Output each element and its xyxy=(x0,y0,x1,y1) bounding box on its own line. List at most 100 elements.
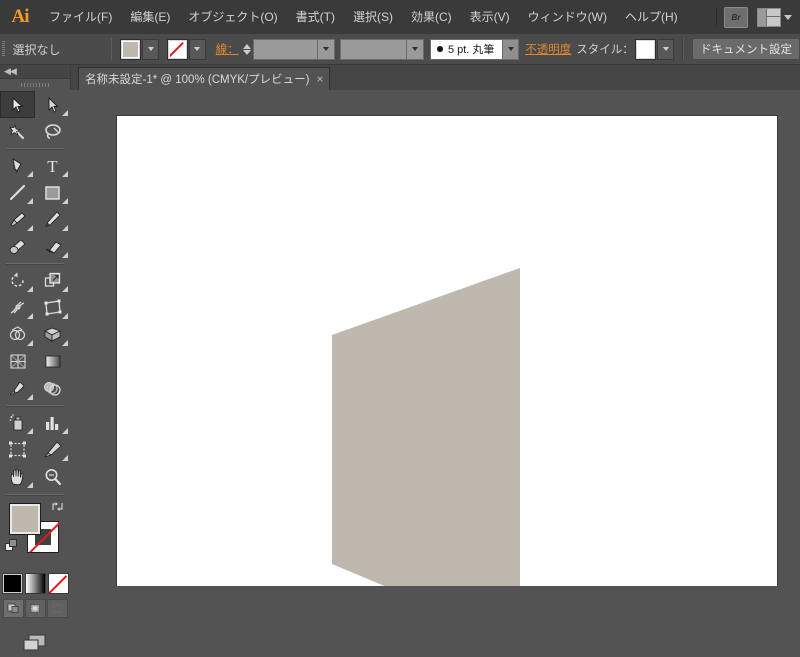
flyout-indicator-icon[interactable] xyxy=(27,394,33,400)
flyout-indicator-icon[interactable] xyxy=(62,198,68,204)
menu-type[interactable]: 書式(T) xyxy=(287,0,344,34)
hand-tool[interactable] xyxy=(0,463,35,490)
stroke-profile-combo[interactable] xyxy=(340,38,425,60)
quadrilateral-path[interactable] xyxy=(332,268,520,586)
pencil-tool[interactable] xyxy=(35,206,70,233)
flyout-indicator-icon[interactable] xyxy=(62,171,68,177)
stroke-swatch[interactable] xyxy=(166,38,188,60)
collapse-panel-icon[interactable]: ◀◀ xyxy=(4,67,17,76)
style-swatch-group[interactable] xyxy=(635,38,675,60)
flyout-indicator-icon[interactable] xyxy=(62,225,68,231)
eraser-tool[interactable] xyxy=(35,233,70,260)
flyout-indicator-icon[interactable] xyxy=(27,286,33,292)
flyout-indicator-icon[interactable] xyxy=(62,286,68,292)
control-divider-1 xyxy=(110,38,113,60)
menu-window[interactable]: ウィンドウ(W) xyxy=(519,0,616,34)
scale-tool[interactable] xyxy=(35,267,70,294)
menu-help[interactable]: ヘルプ(H) xyxy=(616,0,687,34)
lasso-tool[interactable] xyxy=(35,118,70,145)
magic-wand-tool[interactable] xyxy=(0,118,35,145)
none-mode-button[interactable] xyxy=(47,573,69,594)
close-icon[interactable]: × xyxy=(316,73,323,85)
flyout-indicator-icon[interactable] xyxy=(27,313,33,319)
mesh-tool[interactable] xyxy=(0,348,35,375)
flyout-indicator-icon[interactable] xyxy=(27,428,33,434)
brush-definition-combo[interactable]: 5 pt. 丸筆 xyxy=(429,38,520,60)
chevron-down-icon xyxy=(507,47,514,51)
eyedropper-tool[interactable] xyxy=(0,375,35,402)
stroke-swatch-group[interactable] xyxy=(166,38,206,60)
pen-tool[interactable] xyxy=(0,152,35,179)
menu-object[interactable]: オブジェクト(O) xyxy=(179,0,286,34)
stroke-swatch-dropdown[interactable] xyxy=(188,38,206,60)
document-tab-bar: 名称未設定-1* @ 100% (CMYK/プレビュー) × xyxy=(70,65,800,91)
paintbrush-tool[interactable] xyxy=(0,206,35,233)
selection-tool[interactable] xyxy=(0,91,35,118)
stroke-weight-dropdown[interactable] xyxy=(316,39,334,59)
brush-dropdown[interactable] xyxy=(502,39,519,59)
blob-brush-tool[interactable] xyxy=(0,233,35,260)
flyout-indicator-icon[interactable] xyxy=(62,455,68,461)
slice-tool[interactable] xyxy=(35,436,70,463)
document-tab[interactable]: 名称未設定-1* @ 100% (CMYK/プレビュー) × xyxy=(78,67,331,90)
fill-swatch-group[interactable] xyxy=(120,38,160,60)
width-tool[interactable] xyxy=(0,294,35,321)
shape-builder-tool[interactable] xyxy=(0,321,35,348)
free-transform-tool[interactable] xyxy=(35,294,70,321)
tools-panel-grip[interactable] xyxy=(0,79,70,91)
menu-view[interactable]: 表示(V) xyxy=(461,0,519,34)
flyout-indicator-icon[interactable] xyxy=(62,252,68,258)
stepper-down-icon[interactable] xyxy=(243,49,252,55)
tools-divider-2 xyxy=(6,263,64,264)
color-mode-button[interactable] xyxy=(1,573,23,594)
document-setup-button[interactable]: ドキュメント設定 xyxy=(691,38,800,60)
flyout-indicator-icon[interactable] xyxy=(62,313,68,319)
fill-swatch[interactable] xyxy=(120,38,142,60)
workspace-icon xyxy=(757,7,781,27)
menu-effect[interactable]: 効果(C) xyxy=(402,0,461,34)
stroke-profile-dropdown[interactable] xyxy=(406,39,424,59)
type-tool[interactable]: T xyxy=(35,152,70,179)
fill-swatch-dropdown[interactable] xyxy=(142,38,160,60)
flyout-indicator-icon[interactable] xyxy=(62,428,68,434)
direct-selection-tool[interactable] xyxy=(35,91,70,118)
flyout-indicator-icon[interactable] xyxy=(27,225,33,231)
stroke-weight-stepper[interactable] xyxy=(243,43,252,55)
fill-color-swatch[interactable] xyxy=(9,503,41,535)
flyout-indicator-icon[interactable] xyxy=(62,340,68,346)
screen-mode-button[interactable] xyxy=(21,632,49,657)
artboard-tool[interactable] xyxy=(0,436,35,463)
tool-grid-1 xyxy=(0,91,70,145)
flyout-indicator-icon[interactable] xyxy=(27,171,33,177)
stroke-weight-label[interactable]: 線： xyxy=(216,41,239,57)
swap-fill-stroke-icon[interactable] xyxy=(51,500,64,513)
blend-tool[interactable] xyxy=(35,375,70,402)
line-segment-tool[interactable] xyxy=(0,179,35,206)
tools-panel-header[interactable]: ◀◀ xyxy=(0,65,70,79)
stepper-up-icon[interactable] xyxy=(243,43,252,49)
flyout-indicator-icon[interactable] xyxy=(62,110,68,116)
rotate-tool[interactable] xyxy=(0,267,35,294)
style-swatch[interactable] xyxy=(635,38,657,60)
canvas-area[interactable] xyxy=(70,90,800,602)
column-graph-tool[interactable] xyxy=(35,409,70,436)
gradient-tool[interactable] xyxy=(35,348,70,375)
flyout-indicator-icon[interactable] xyxy=(27,198,33,204)
symbol-sprayer-tool[interactable] xyxy=(0,409,35,436)
flyout-indicator-icon[interactable] xyxy=(27,482,33,488)
workspace-switcher-button[interactable] xyxy=(757,7,792,27)
tools-divider-1 xyxy=(6,148,64,149)
style-swatch-dropdown[interactable] xyxy=(657,38,675,60)
rectangle-tool[interactable] xyxy=(35,179,70,206)
stroke-weight-combo[interactable] xyxy=(253,38,335,60)
gradient-mode-button[interactable] xyxy=(24,573,46,594)
bridge-icon[interactable]: Br xyxy=(724,6,748,28)
opacity-label[interactable]: 不透明度 xyxy=(525,41,571,57)
menu-edit[interactable]: 編集(E) xyxy=(121,0,179,34)
flyout-indicator-icon[interactable] xyxy=(27,340,33,346)
perspective-grid-tool[interactable] xyxy=(35,321,70,348)
menu-select[interactable]: 選択(S) xyxy=(344,0,402,34)
default-fill-stroke-icon[interactable] xyxy=(5,539,18,552)
zoom-tool[interactable] xyxy=(35,463,70,490)
menu-file[interactable]: ファイル(F) xyxy=(40,0,121,34)
